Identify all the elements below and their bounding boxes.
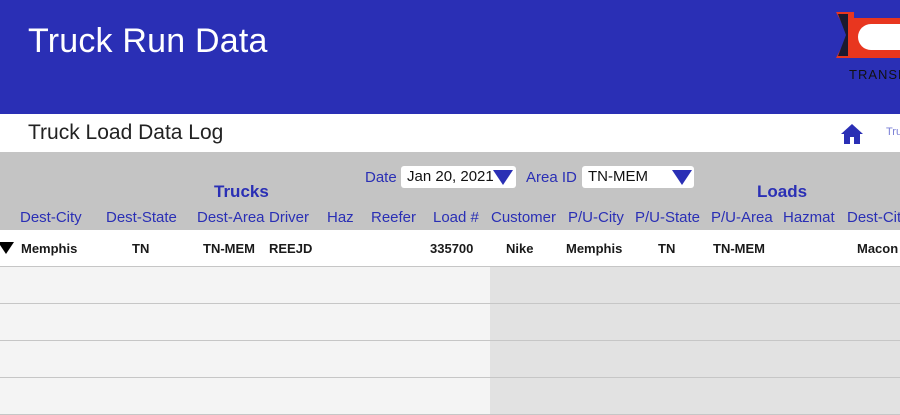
trucks-group-title: Trucks	[214, 182, 269, 201]
cell-pu-city: Memphis	[566, 241, 623, 256]
column-header-pu-area[interactable]: P/U-Area	[711, 209, 773, 226]
expand-row-icon[interactable]	[0, 242, 14, 254]
loads-group-title: Loads	[757, 182, 808, 201]
loads-row-section	[490, 341, 900, 378]
column-header-customer[interactable]: Customer	[491, 209, 556, 226]
logo-caption: TRANSP	[849, 67, 900, 82]
column-header-dest-city[interactable]: Dest-City	[20, 209, 82, 226]
app-header: Truck Run Data TRANSP	[0, 0, 900, 114]
table-row[interactable]	[0, 341, 900, 378]
app-title: Truck Run Data	[28, 22, 268, 60]
page-title: Truck Load Data Log	[28, 121, 224, 144]
page-subheader: Truck Load Data Log Tru	[0, 114, 900, 152]
trucks-row-section	[0, 378, 490, 415]
column-header-haz[interactable]: Haz	[327, 209, 354, 226]
column-header-driver[interactable]: Driver	[269, 209, 309, 226]
table-row[interactable]	[0, 304, 900, 341]
trucks-row-section	[0, 267, 490, 304]
chevron-down-icon[interactable]	[493, 170, 513, 185]
breadcrumb[interactable]: Tru	[886, 126, 900, 138]
trucks-row-section	[0, 304, 490, 341]
area-id-select[interactable]: TN-MEM	[582, 166, 694, 188]
column-header-dest-area[interactable]: Dest-Area	[197, 209, 265, 226]
cell-dest-state: TN	[132, 241, 150, 256]
cell-load-number: 335700	[430, 241, 474, 256]
date-value: Jan 20, 2021	[407, 168, 494, 185]
column-header-dest-state[interactable]: Dest-State	[106, 209, 177, 226]
column-header-pu-city[interactable]: P/U-City	[568, 209, 624, 226]
date-picker[interactable]: Jan 20, 2021	[401, 166, 516, 188]
trucks-row-section	[0, 341, 490, 378]
cell-driver: REEJD	[269, 241, 313, 256]
chevron-down-icon[interactable]	[672, 170, 692, 185]
column-header-reefer[interactable]: Reefer	[371, 209, 416, 226]
area-id-label: Area ID	[526, 169, 577, 186]
column-header-dest-city-2[interactable]: Dest-Cit	[847, 209, 900, 226]
filter-bar: Date Jan 20, 2021 Area ID TN-MEM Trucks …	[0, 152, 900, 230]
home-icon[interactable]	[840, 123, 864, 145]
loads-row-section	[490, 378, 900, 415]
loads-row-section	[490, 304, 900, 341]
cell-dest-city: Memphis	[21, 241, 78, 256]
cell-dest-area: TN-MEM	[203, 241, 255, 256]
cell-dest-city-2: Macon	[857, 241, 899, 256]
cell-pu-state: TN	[658, 241, 676, 256]
date-label: Date	[365, 169, 397, 186]
cell-pu-area: TN-MEM	[713, 241, 765, 256]
column-header-load-number[interactable]: Load #	[433, 209, 479, 226]
cell-customer: Nike	[506, 241, 534, 256]
loads-row-section	[490, 267, 900, 304]
loads-row-section	[490, 230, 900, 267]
column-header-pu-state[interactable]: P/U-State	[635, 209, 700, 226]
data-grid: Memphis TN TN-MEM REEJD 335700 Nike Memp…	[0, 230, 900, 415]
table-row[interactable]	[0, 378, 900, 415]
table-row[interactable]: Memphis TN TN-MEM REEJD 335700 Nike Memp…	[0, 230, 900, 267]
column-header-hazmat[interactable]: Hazmat	[783, 209, 835, 226]
table-row[interactable]	[0, 267, 900, 304]
area-id-value: TN-MEM	[588, 168, 648, 185]
